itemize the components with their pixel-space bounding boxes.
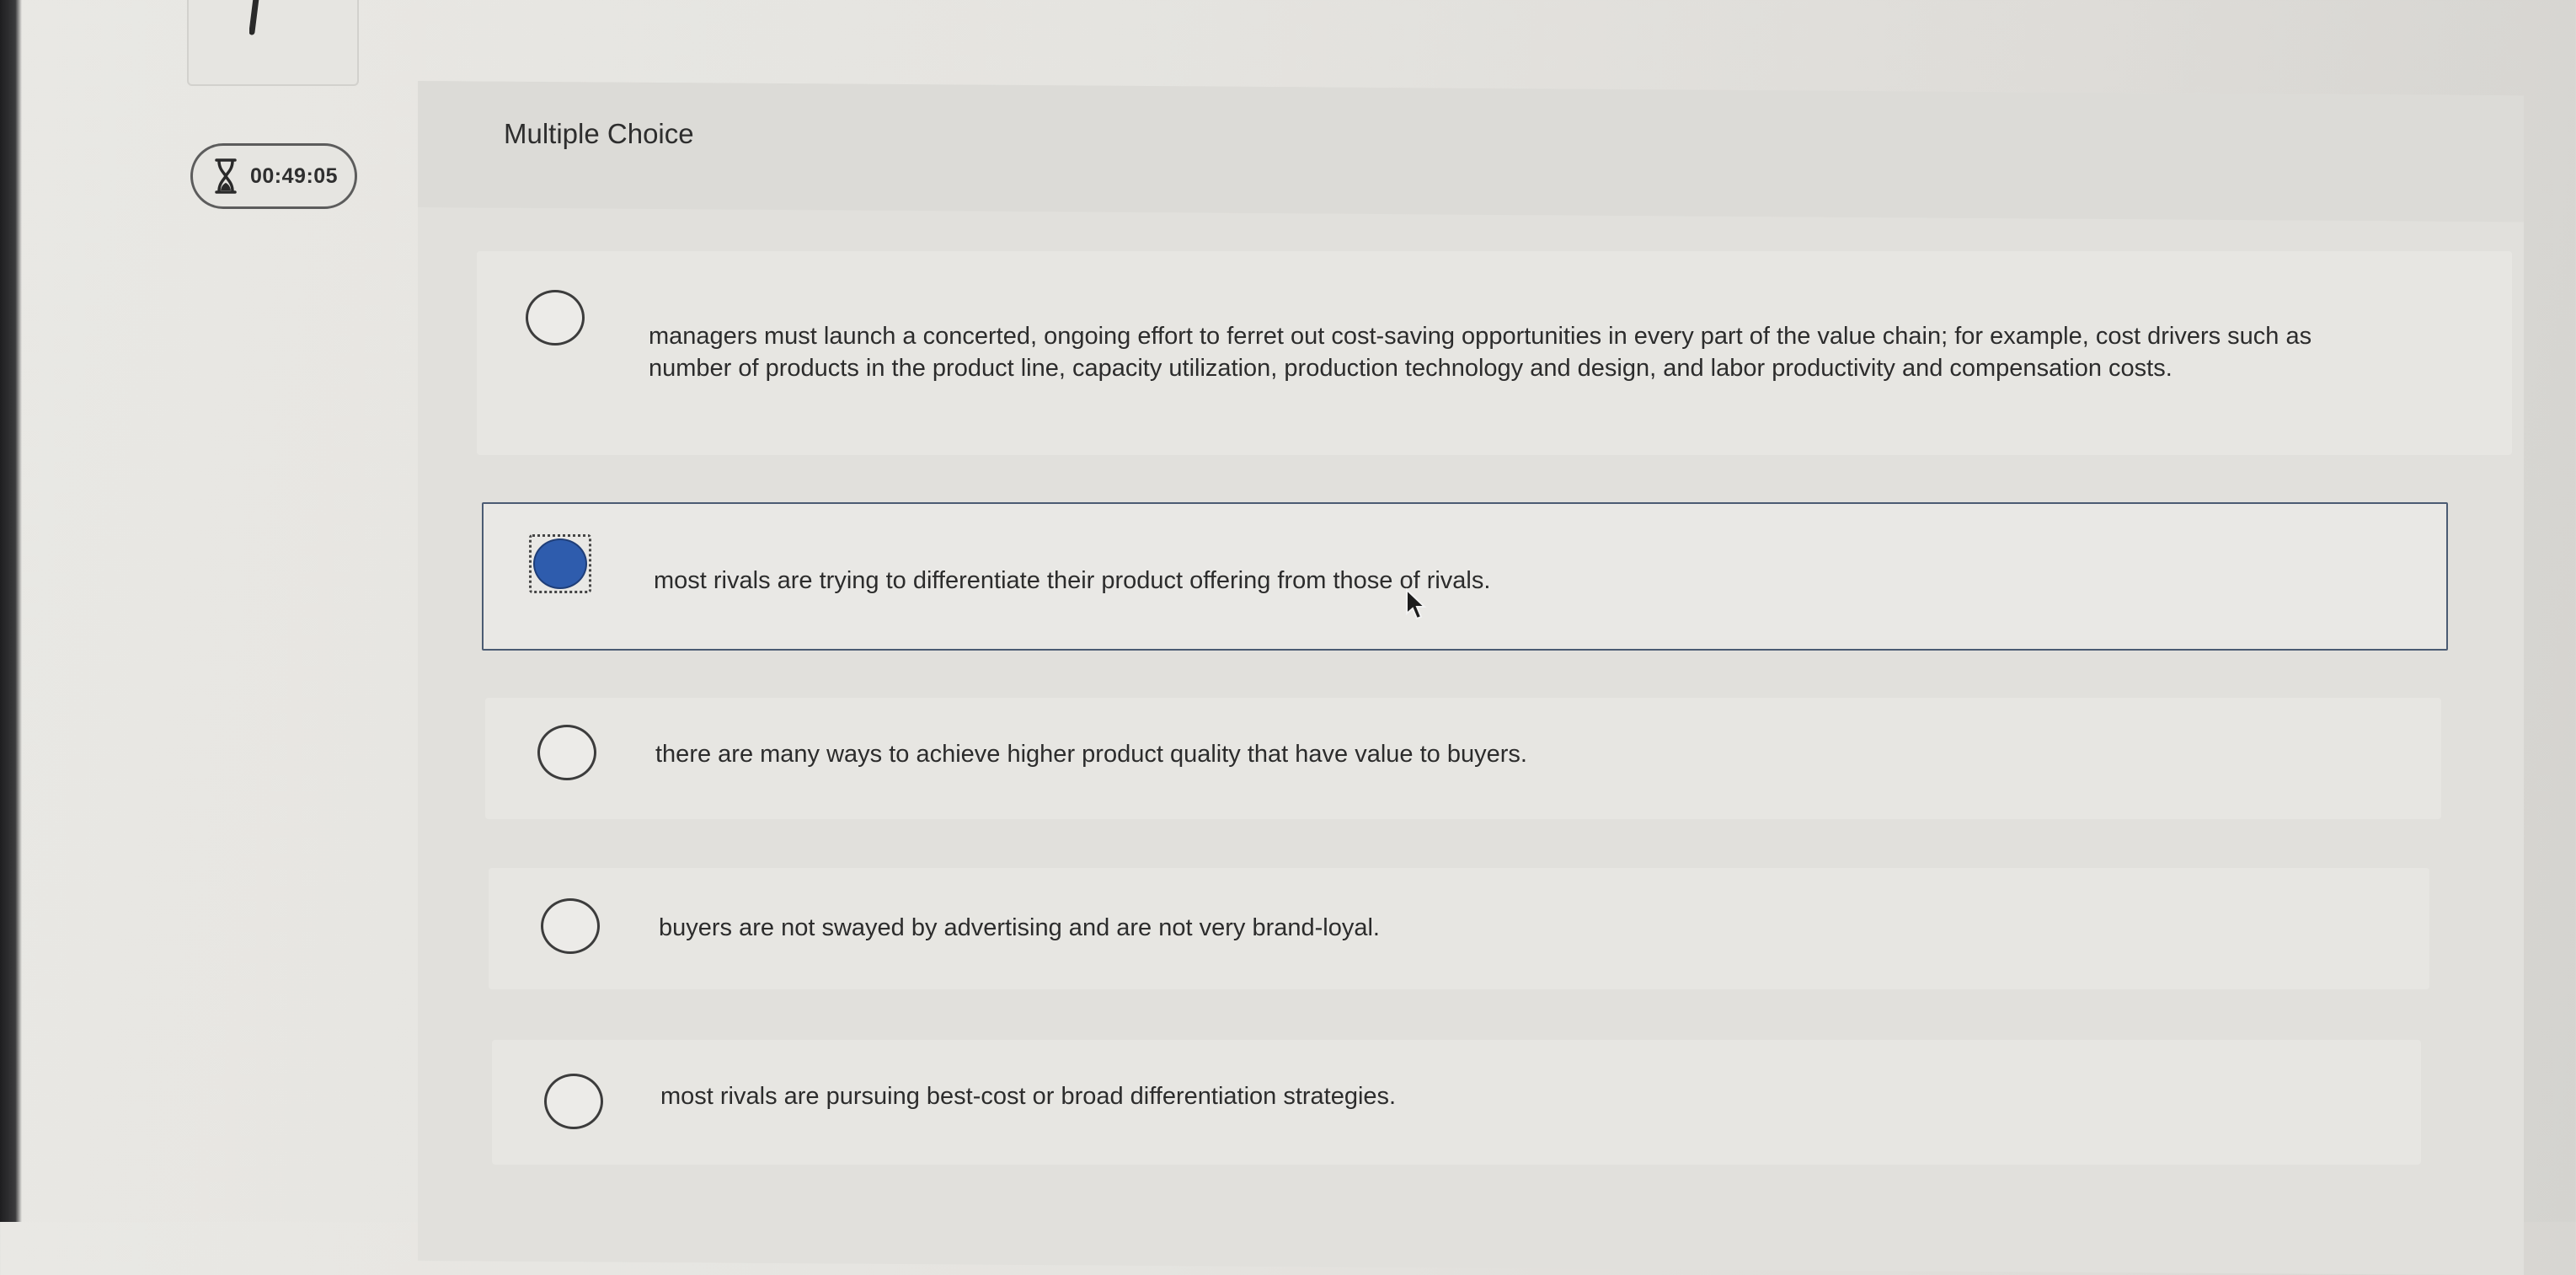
toolbar-tile[interactable] [187,0,359,86]
question-type-label: Multiple Choice [504,118,694,149]
mouse-cursor-icon [1406,588,1427,620]
answer-option-4-text: buyers are not swayed by advertising and… [659,914,1380,941]
answer-option-3-text: there are many ways to achieve higher pr… [655,741,1527,768]
screen-edge [0,0,22,1222]
question-header [418,81,2524,222]
timer-badge[interactable]: 00:49:05 [190,143,357,209]
answer-option-1-text: managers must launch a concerted, ongoin… [649,323,2312,382]
answer-option-2-text: most rivals are trying to differentiate … [654,567,1491,594]
answer-option-5-text: most rivals are pursuing best-cost or br… [660,1083,1397,1110]
radio-button-5[interactable] [544,1074,603,1129]
radio-button-1[interactable] [526,290,585,346]
radio-button-3[interactable] [537,725,596,780]
radio-button-4[interactable] [541,898,600,954]
radio-button-2[interactable] [529,534,591,593]
hourglass-icon [215,158,237,194]
radio-selected-dot [533,538,587,589]
timer-value: 00:49:05 [250,163,339,188]
pencil-icon [249,0,259,35]
